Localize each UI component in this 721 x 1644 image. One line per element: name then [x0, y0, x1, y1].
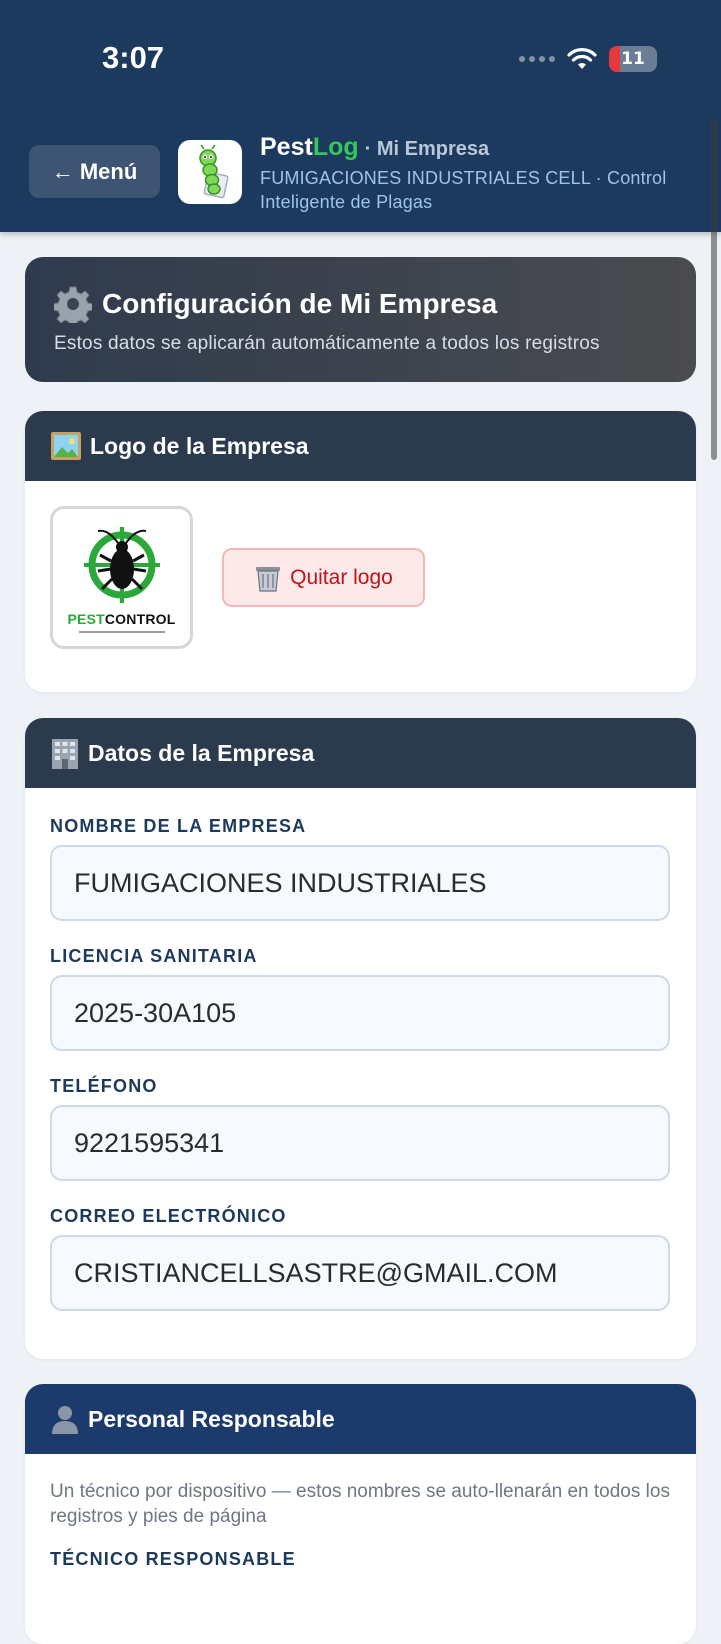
app-header: 3:07 11 ← Menú Pest Log · Mi Empresa FUM…	[0, 0, 721, 232]
company-card-title: Datos de la Empresa	[88, 739, 315, 766]
status-time: 3:07	[102, 40, 165, 75]
staff-card-title: Personal Responsable	[88, 1405, 335, 1432]
config-hero: Configuración de Mi Empresa Estos datos …	[25, 257, 696, 382]
scrollbar[interactable]	[711, 118, 717, 460]
picture-icon	[51, 432, 81, 460]
battery-percent: 11	[621, 49, 645, 69]
trash-icon	[256, 566, 281, 592]
brand-block: Pest Log · Mi Empresa FUMIGACIONES INDUS…	[260, 133, 700, 214]
company-card-header: Datos de la Empresa	[25, 718, 696, 788]
logo-card-header: Logo de la Empresa	[25, 411, 696, 481]
menu-back-button[interactable]: ← Menú	[29, 145, 160, 198]
staff-card-header: Personal Responsable	[25, 1384, 696, 1454]
brand-name-pest: Pest	[260, 133, 313, 161]
license-input[interactable]	[50, 975, 670, 1051]
logo-text-pest: PEST	[67, 610, 105, 627]
company-name-label: NOMBRE DE LA EMPRESA	[50, 816, 307, 836]
remove-logo-button[interactable]: Quitar logo	[222, 548, 425, 607]
menu-back-label: ← Menú	[51, 158, 138, 184]
cockroach-target-icon	[83, 526, 160, 603]
battery-level	[609, 46, 620, 72]
brand-subtitle: FUMIGACIONES INDUSTRIALES CELL · Control…	[260, 168, 667, 212]
email-label: CORREO ELECTRÓNICO	[50, 1206, 287, 1226]
staff-hint: Un técnico por dispositivo — estos nombr…	[50, 1481, 670, 1527]
gear-icon	[54, 286, 92, 323]
app-logo	[178, 140, 242, 204]
cellular-signal-icon	[519, 56, 555, 62]
company-name-input[interactable]	[50, 845, 670, 921]
logo-card-title: Logo de la Empresa	[90, 432, 309, 459]
remove-logo-label: Quitar logo	[290, 565, 393, 589]
phone-label: TELÉFONO	[50, 1076, 158, 1096]
brand-section: · Mi Empresa	[364, 138, 490, 160]
hero-title: Configuración de Mi Empresa	[102, 288, 498, 319]
person-icon	[52, 1406, 78, 1434]
staff-card: Personal Responsable Un técnico por disp…	[25, 1384, 696, 1644]
phone-input[interactable]	[50, 1105, 670, 1181]
hero-subtitle: Estos datos se aplicarán automáticamente…	[54, 333, 600, 354]
company-logo-preview[interactable]: PESTCONTROL	[50, 506, 193, 649]
tech-responsible-label: TÉCNICO RESPONSABLE	[50, 1549, 296, 1569]
license-label: LICENCIA SANITARIA	[50, 946, 258, 966]
logo-card: Logo de la Empresa PESTCONTROL Quitar lo…	[25, 411, 696, 692]
logo-text-control: CONTROL	[104, 610, 176, 627]
status-indicators: 11	[519, 44, 657, 74]
logo-tagline-line	[78, 630, 165, 633]
brand-name-log: Log	[312, 133, 359, 161]
building-icon	[52, 739, 78, 769]
email-input[interactable]	[50, 1235, 670, 1311]
wifi-icon	[567, 48, 597, 69]
caterpillar-icon	[199, 144, 229, 199]
battery-icon: 11	[609, 46, 657, 72]
company-data-card: Datos de la Empresa NOMBRE DE LA EMPRESA…	[25, 718, 696, 1359]
